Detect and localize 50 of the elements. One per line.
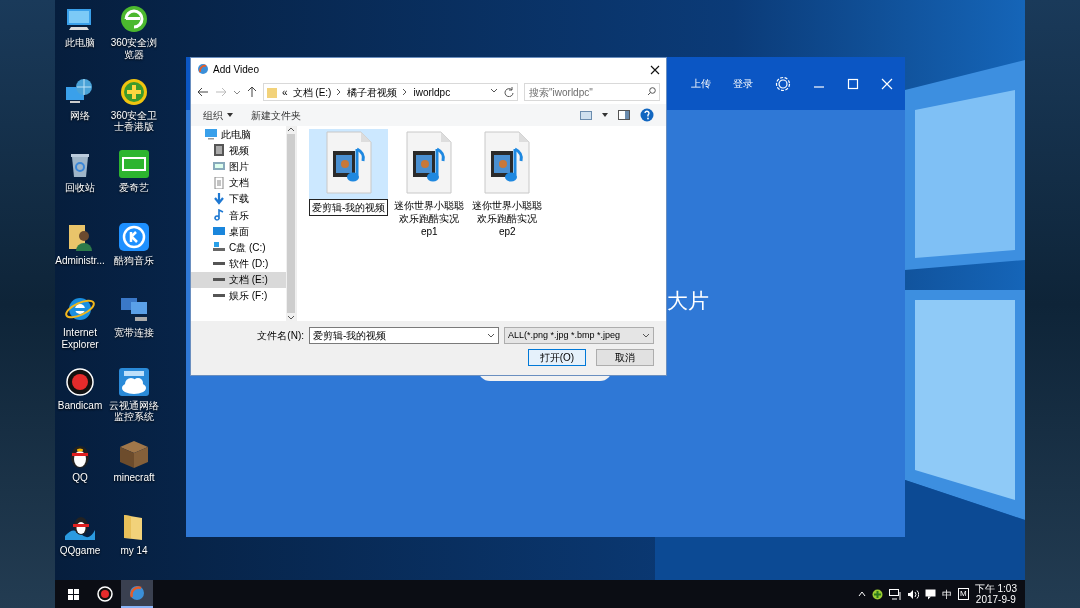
desktop-shortcut[interactable]: Internet Explorer (55, 294, 107, 367)
search-field[interactable]: 搜索"iworldpc" (524, 83, 660, 101)
header-link[interactable]: 上传 (691, 76, 711, 91)
file-type-dropdown[interactable]: ALL(*.png *.jpg *.bmp *.jpeg (504, 327, 654, 344)
filename-field[interactable]: 爱剪辑-我的视频 (309, 327, 499, 344)
tree-item[interactable]: 软件 (D:) (191, 255, 286, 272)
address-bar[interactable]: « 文档 (E:) 橘子君视频 iworldpc (263, 83, 518, 101)
desktop-shortcut[interactable]: 360安全浏览器 (107, 4, 161, 77)
field-label: 文件名(N): (257, 329, 304, 343)
desktop-shortcut[interactable]: 爱奇艺 (107, 149, 161, 222)
desktop-shortcut[interactable]: QQ (55, 439, 107, 512)
desktop-shortcut[interactable]: my 14 (107, 511, 161, 584)
desktop-shortcut[interactable]: 云视通网络监控系统 (107, 366, 161, 439)
dialog-button[interactable]: 打开(O) (528, 349, 586, 366)
desktop-shortcut[interactable]: 360安全卫士香港版 (107, 76, 161, 149)
desktop-shortcut[interactable]: minecraft (107, 439, 161, 512)
tree-item[interactable]: 图片 (191, 158, 286, 175)
hero-text: 大片 (667, 288, 709, 314)
desktop-shortcut[interactable]: Bandicam (55, 366, 107, 439)
tree-item[interactable]: 视频 (191, 142, 286, 159)
file-item[interactable]: 迷你世界小聪聪欢乐跑酷实况ep2 (470, 129, 545, 238)
file-item[interactable]: 爱剪辑-我的视频 (309, 129, 389, 216)
desktop-shortcut[interactable]: QQgame (55, 511, 107, 584)
desktop-shortcut[interactable]: 宽带连接 (107, 294, 161, 367)
tree-item[interactable]: 桌面 (191, 223, 286, 240)
window-title: Add Video (213, 62, 259, 77)
tree-item[interactable]: 娱乐 (F:) (191, 287, 286, 305)
clock[interactable]: 下午 1:03 2017-9-9 (974, 582, 1017, 606)
breadcrumb-item[interactable]: 文档 (E:) (292, 84, 332, 100)
tree-item[interactable]: 文档 (191, 174, 286, 191)
tree-item[interactable]: 文档 (E:) (191, 271, 286, 288)
tray-button[interactable]: 中 (942, 586, 953, 602)
tree-item[interactable]: 下载 (191, 190, 286, 207)
toolbar-button[interactable]: 组织 (203, 107, 233, 123)
breadcrumb-item[interactable]: « (282, 84, 288, 100)
desktop-shortcut[interactable]: 此电脑 (55, 4, 107, 77)
desktop-shortcut[interactable]: 回收站 (55, 149, 107, 222)
header-link[interactable]: 登录 (733, 76, 753, 91)
tree-item[interactable]: 音乐 (191, 206, 286, 224)
breadcrumb-item[interactable]: 橘子君视频 (347, 84, 398, 100)
desktop-shortcut[interactable]: 酷狗音乐 (107, 221, 161, 294)
tree-item[interactable]: C盘 (C:) (191, 239, 286, 256)
desktop-shortcut[interactable]: 网络 (55, 76, 107, 149)
desktop-shortcut[interactable]: Administr... (55, 221, 107, 294)
dialog-button[interactable]: 取消 (596, 349, 654, 366)
breadcrumb-item[interactable]: iworldpc (413, 84, 451, 100)
toolbar-button[interactable]: 新建文件夹 (251, 107, 301, 123)
file-item[interactable]: 迷你世界小聪聪欢乐跑酷实况ep1 (392, 129, 467, 238)
tree-item[interactable]: 此电脑 (191, 126, 286, 143)
ime-button[interactable]: M (958, 588, 969, 600)
